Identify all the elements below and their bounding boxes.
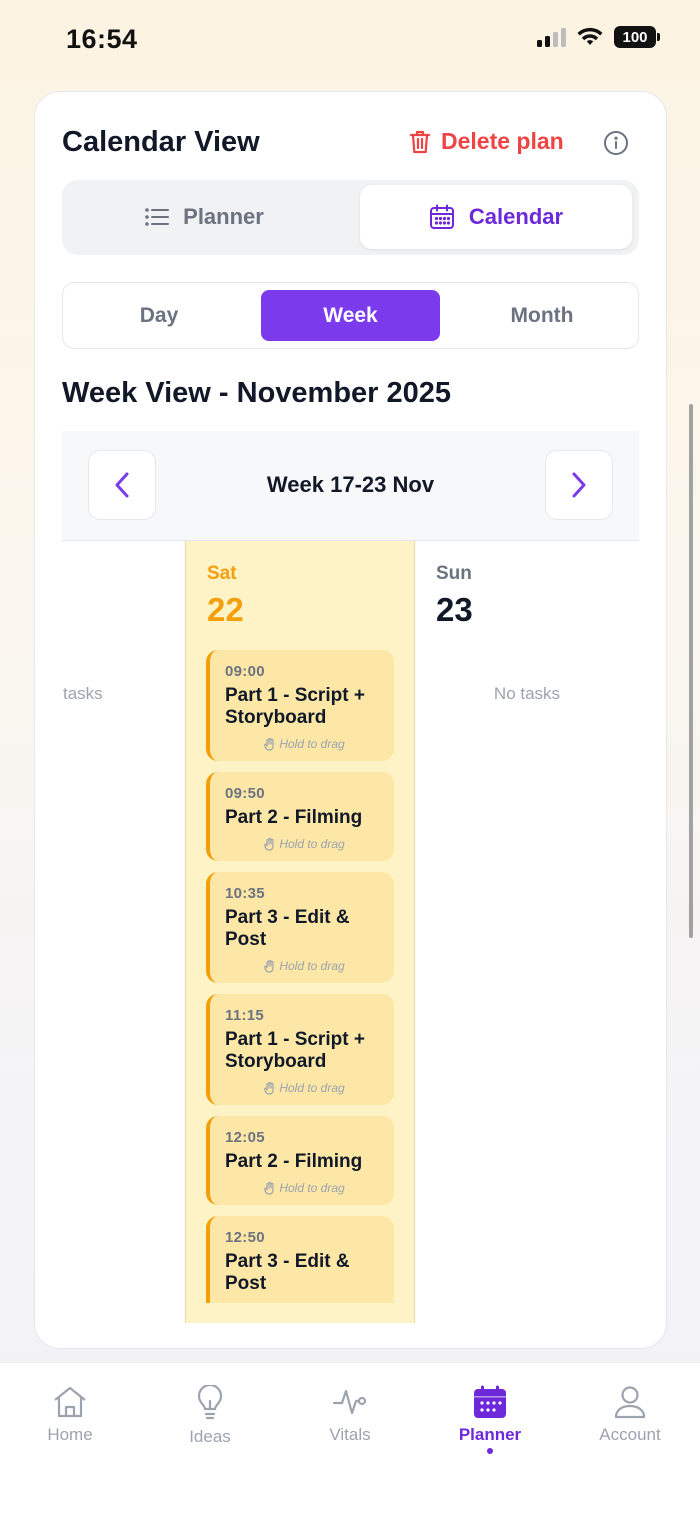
drag-hint-label: Hold to drag: [279, 1181, 345, 1195]
tab-week[interactable]: Week: [261, 290, 440, 341]
drag-hint-label: Hold to drag: [279, 959, 345, 973]
hand-icon: [264, 1081, 274, 1095]
day-column-saturday: Sat 22 09:00 Part 1 - Script + Storyboard…: [185, 541, 415, 1323]
tab-month[interactable]: Month: [452, 290, 632, 341]
calendar-icon: [429, 204, 454, 229]
hand-icon: [264, 959, 274, 973]
task-time: 09:50: [225, 785, 265, 802]
view-toggle: Planner Calendar: [62, 180, 639, 255]
task-time: 11:15: [225, 1007, 265, 1024]
day-column-friday: tasks: [62, 541, 185, 1323]
day-name: Sun: [436, 563, 472, 584]
task-title: Part 2 - Filming: [225, 807, 363, 828]
lightbulb-icon: [197, 1385, 223, 1420]
battery-icon: 100: [614, 26, 660, 48]
week-days-scroller[interactable]: tasks Sat 22 09:00 Part 1 - Script + Stor…: [62, 541, 639, 1323]
task-card[interactable]: 09:50 Part 2 - Filming Hold to drag: [206, 772, 394, 861]
day-number: 22: [207, 591, 244, 628]
trash-icon: [409, 130, 431, 153]
hand-icon: [264, 1181, 274, 1195]
day-column-sunday: Sun 23 No tasks: [415, 541, 639, 1323]
cellular-signal-icon: [537, 27, 566, 47]
nav-vitals[interactable]: Vitals: [290, 1385, 410, 1445]
task-list: 09:00 Part 1 - Script + Storyboard Hold to…: [206, 650, 394, 1303]
hand-icon: [264, 737, 274, 751]
wifi-icon: [577, 27, 603, 45]
user-icon: [614, 1386, 646, 1419]
drag-hint-label: Hold to drag: [279, 837, 345, 851]
task-card[interactable]: 12:05 Part 2 - Filming Hold to drag: [206, 1116, 394, 1205]
drag-hint: Hold to drag: [225, 837, 384, 851]
delete-plan-label: Delete plan: [441, 128, 564, 154]
hand-icon: [264, 837, 274, 851]
status-icons: 100: [537, 26, 660, 48]
planner-view-tab[interactable]: Planner: [62, 185, 347, 249]
drag-hint: Hold to drag: [225, 959, 384, 973]
week-navigator: Week 17-23 Nov: [62, 431, 639, 541]
scrollbar[interactable]: [689, 404, 693, 938]
chevron-right-icon: [572, 472, 586, 498]
status-bar: 16:54 100: [0, 0, 700, 80]
info-icon[interactable]: [603, 130, 629, 156]
calendar-icon: [474, 1385, 506, 1418]
nav-label: Account: [599, 1425, 661, 1444]
task-time: 10:35: [225, 885, 265, 902]
home-icon: [54, 1386, 86, 1418]
task-title: Part 1 - Script + Storyboard: [225, 1029, 365, 1072]
no-tasks-label: No tasks: [493, 684, 561, 703]
task-time: 12:05: [225, 1129, 265, 1146]
next-week-button[interactable]: [545, 450, 613, 520]
nav-label: Ideas: [189, 1427, 231, 1446]
calendar-view-label: Calendar: [468, 204, 564, 229]
task-card[interactable]: 10:35 Part 3 - Edit & Post Hold to drag: [206, 872, 394, 983]
status-time: 16:54: [66, 24, 138, 54]
calendar-card: Calendar View Delete plan Planner Calend…: [34, 91, 667, 1349]
nav-planner[interactable]: Planner: [430, 1385, 550, 1454]
nav-label: Vitals: [329, 1425, 371, 1444]
drag-hint: Hold to drag: [225, 737, 384, 751]
task-card[interactable]: 09:00 Part 1 - Script + Storyboard Hold to…: [206, 650, 394, 761]
tab-day[interactable]: Day: [69, 290, 249, 341]
card-header: Calendar View Delete plan: [62, 126, 639, 166]
task-title: Part 3 - Edit & Post: [225, 907, 350, 950]
task-card[interactable]: 11:15 Part 1 - Script + Storyboard Hold to…: [206, 994, 394, 1105]
page-title: Calendar View: [62, 126, 260, 158]
drag-hint-label: Hold to drag: [279, 737, 345, 751]
drag-hint-label: Hold to drag: [279, 1081, 345, 1095]
calendar-view-tab[interactable]: Calendar: [360, 185, 632, 249]
nav-label: Home: [47, 1425, 93, 1444]
nav-account[interactable]: Account: [570, 1385, 690, 1445]
day-name: Sat: [207, 563, 237, 584]
range-tabs: Day Week Month: [62, 282, 639, 349]
task-time: 09:00: [225, 663, 265, 680]
drag-hint: Hold to drag: [225, 1181, 384, 1195]
delete-plan-button[interactable]: Delete plan: [409, 128, 564, 155]
active-indicator: [487, 1448, 493, 1454]
pulse-icon: [332, 1389, 367, 1415]
task-title: Part 3 - Edit & Post: [225, 1251, 350, 1294]
bottom-navigation: Home Ideas Vitals Planner Account: [0, 1362, 700, 1514]
no-tasks-label: tasks: [63, 684, 103, 703]
section-title: Week View - November 2025: [62, 377, 452, 409]
nav-home[interactable]: Home: [10, 1385, 130, 1445]
day-number: 23: [436, 591, 473, 628]
planner-view-label: Planner: [183, 204, 264, 229]
nav-ideas[interactable]: Ideas: [150, 1385, 270, 1447]
nav-label: Planner: [458, 1425, 522, 1444]
task-title: Part 2 - Filming: [225, 1151, 363, 1172]
list-icon: [145, 208, 170, 226]
task-time: 12:50: [225, 1229, 265, 1246]
task-title: Part 1 - Script + Storyboard: [225, 685, 365, 728]
task-card[interactable]: 12:50Part 3 - Edit & PostHold to drag: [206, 1216, 394, 1303]
drag-hint: Hold to drag: [225, 1081, 384, 1095]
